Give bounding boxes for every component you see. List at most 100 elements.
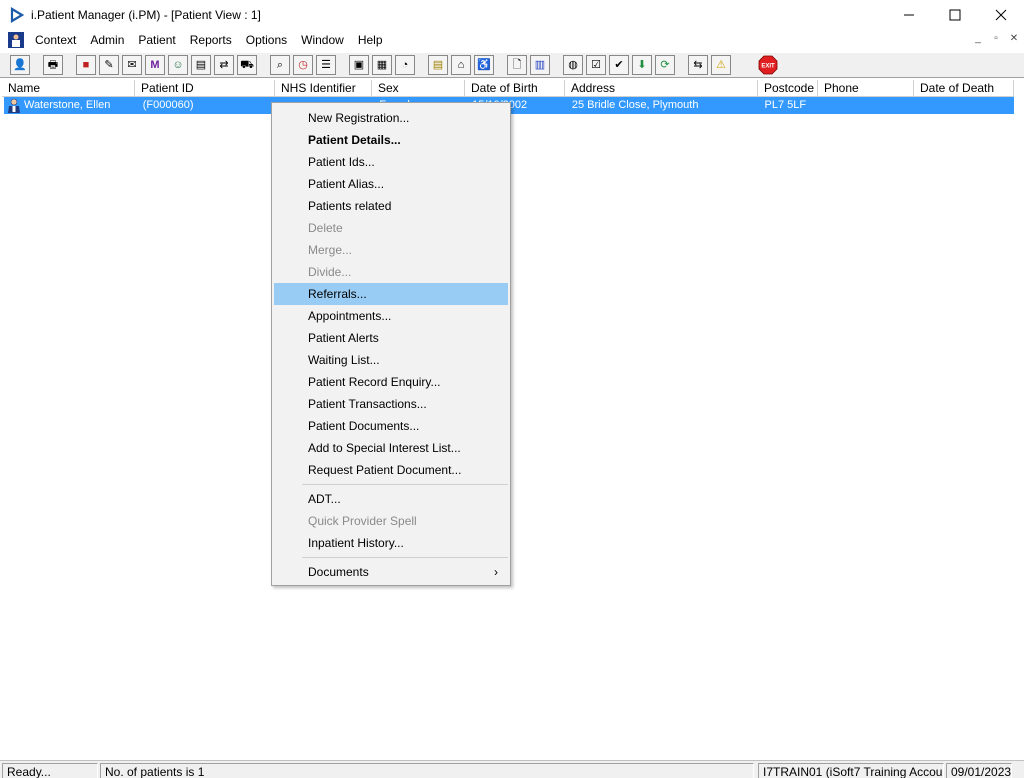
screen-button[interactable]: ▣ bbox=[349, 55, 369, 75]
mdi-close-button[interactable]: ✕ bbox=[1006, 32, 1022, 48]
menu-item-quick-provider-spell: Quick Provider Spell bbox=[308, 514, 417, 528]
status-account: I7TRAIN01 (iSoft7 Training Account) bbox=[758, 763, 944, 778]
col-header-date-of-death[interactable]: Date of Death bbox=[914, 80, 1014, 97]
clinician-button[interactable]: ☺ bbox=[168, 55, 188, 75]
approve-button[interactable]: ✔ bbox=[609, 55, 629, 75]
menu-help[interactable]: Help bbox=[351, 30, 390, 50]
globe-icon: ◍ bbox=[568, 58, 578, 71]
menu-item-documents-label: Documents bbox=[308, 565, 369, 579]
window-title: i.Patient Manager (i.PM) - [Patient View… bbox=[31, 8, 261, 22]
refresh-icon: ⟳ bbox=[660, 58, 670, 71]
menu-item-adt[interactable]: ADT... bbox=[274, 488, 508, 510]
patient-list: Name Patient ID NHS Identifier Sex Date … bbox=[2, 80, 1022, 756]
timer-button[interactable]: ◔ bbox=[395, 55, 415, 75]
cell-name: Waterstone, Ellen bbox=[23, 99, 111, 111]
bed-icon: ⌂ bbox=[457, 58, 465, 71]
document-icon: 🗋 bbox=[512, 58, 522, 71]
list-button[interactable]: ☰ bbox=[316, 55, 336, 75]
title-bar: i.Patient Manager (i.PM) - [Patient View… bbox=[0, 0, 1024, 30]
menu-item-appointments[interactable]: Appointments... bbox=[274, 305, 508, 327]
monitor-icon: ▣ bbox=[353, 58, 365, 71]
pencil-icon: ✎ bbox=[104, 58, 114, 71]
minimize-button[interactable] bbox=[886, 0, 932, 30]
menu-item-patient-record-enquiry[interactable]: Patient Record Enquiry... bbox=[274, 371, 508, 393]
col-header-sex[interactable]: Sex bbox=[372, 80, 465, 97]
green-arrow-icon: ⬇ bbox=[637, 58, 647, 71]
menu-item-waiting-list[interactable]: Waiting List... bbox=[274, 349, 508, 371]
col-header-nhs-identifier[interactable]: NHS Identifier bbox=[275, 80, 372, 97]
warning-icon: ⚠ bbox=[716, 58, 726, 71]
document-window-icon[interactable] bbox=[8, 32, 24, 48]
ambulance-button[interactable]: ⛟ bbox=[237, 55, 257, 75]
menu-item-divide: Divide... bbox=[308, 265, 352, 279]
menu-context[interactable]: Context bbox=[28, 30, 83, 50]
menu-patient[interactable]: Patient bbox=[131, 30, 182, 50]
chart-button[interactable]: ▥ bbox=[530, 55, 550, 75]
cancel-search-button[interactable]: ⌕ bbox=[270, 55, 290, 75]
m-button[interactable]: M bbox=[145, 55, 165, 75]
col-header-postcode[interactable]: Postcode bbox=[758, 80, 818, 97]
check-icon: ✔ bbox=[614, 58, 624, 71]
mdi-restore-button[interactable]: ▫ bbox=[988, 32, 1004, 48]
letter-m-icon: M bbox=[150, 58, 160, 71]
col-header-name[interactable]: Name bbox=[2, 80, 135, 97]
report-button[interactable]: ▦ bbox=[372, 55, 392, 75]
swap-button[interactable]: ⇆ bbox=[688, 55, 708, 75]
edit-record-button[interactable]: ✎ bbox=[99, 55, 119, 75]
menu-item-patient-transactions[interactable]: Patient Transactions... bbox=[274, 393, 508, 415]
maximize-button[interactable] bbox=[932, 0, 978, 30]
exit-label: EXIT bbox=[761, 64, 775, 70]
print-button[interactable]: 🖶 bbox=[43, 55, 63, 75]
menu-admin[interactable]: Admin bbox=[83, 30, 131, 50]
waiting-list-button[interactable]: ▤ bbox=[428, 55, 448, 75]
transfer-icon: ⇄ bbox=[219, 58, 229, 71]
col-header-patient-id[interactable]: Patient ID bbox=[135, 80, 275, 97]
menu-item-add-special-interest[interactable]: Add to Special Interest List... bbox=[274, 437, 508, 459]
col-header-date-of-birth[interactable]: Date of Birth bbox=[465, 80, 565, 97]
checklist-button[interactable]: ☑ bbox=[586, 55, 606, 75]
col-header-phone[interactable]: Phone bbox=[818, 80, 914, 97]
menu-item-documents[interactable]: Documents › bbox=[274, 561, 508, 583]
minimize-icon bbox=[904, 14, 914, 16]
menu-window[interactable]: Window bbox=[294, 30, 351, 50]
patient-search-button[interactable]: 👤 bbox=[10, 55, 30, 75]
menu-item-patient-alerts[interactable]: Patient Alerts bbox=[274, 327, 508, 349]
mail-button[interactable]: ✉ bbox=[122, 55, 142, 75]
mdi-minimize-button[interactable]: _ bbox=[970, 32, 986, 48]
menu-separator bbox=[302, 557, 508, 558]
alert-button[interactable]: ⚠ bbox=[711, 55, 731, 75]
app-logo-icon bbox=[10, 7, 24, 23]
case-notes-button[interactable]: ■ bbox=[76, 55, 96, 75]
menu-item-merge: Merge... bbox=[308, 243, 353, 257]
bed-button[interactable]: ⌂ bbox=[451, 55, 471, 75]
menu-item-patient-details[interactable]: Patient Details... bbox=[274, 129, 508, 151]
document-button[interactable]: 🗋 bbox=[507, 55, 527, 75]
exit-button[interactable]: EXIT bbox=[758, 55, 778, 75]
list-header: Name Patient ID NHS Identifier Sex Date … bbox=[2, 80, 1014, 97]
bar-chart-icon: ▥ bbox=[534, 58, 546, 71]
clock-button[interactable]: ◷ bbox=[293, 55, 313, 75]
doctor-icon: ☺ bbox=[172, 58, 184, 71]
menu-reports[interactable]: Reports bbox=[183, 30, 239, 50]
admission-button[interactable]: ♿ bbox=[474, 55, 494, 75]
menu-item-new-registration[interactable]: New Registration... bbox=[274, 107, 508, 129]
cell-postcode: PL7 5LF bbox=[764, 99, 807, 111]
globe-button[interactable]: ◍ bbox=[563, 55, 583, 75]
refresh-button[interactable]: ⟳ bbox=[655, 55, 675, 75]
notes-button[interactable]: ▤ bbox=[191, 55, 211, 75]
col-header-address[interactable]: Address bbox=[565, 80, 758, 97]
menu-item-patient-ids[interactable]: Patient Ids... bbox=[274, 151, 508, 173]
menu-item-request-patient-document[interactable]: Request Patient Document... bbox=[274, 459, 508, 481]
menu-item-patient-alias[interactable]: Patient Alias... bbox=[274, 173, 508, 195]
maximize-icon bbox=[949, 9, 961, 21]
menu-item-inpatient-history[interactable]: Inpatient History... bbox=[274, 532, 508, 554]
menu-item-patient-documents[interactable]: Patient Documents... bbox=[274, 415, 508, 437]
download-button[interactable]: ⬇ bbox=[632, 55, 652, 75]
close-button[interactable] bbox=[978, 0, 1024, 30]
menu-item-patients-related[interactable]: Patients related bbox=[274, 195, 508, 217]
transfer-button[interactable]: ⇄ bbox=[214, 55, 234, 75]
search-cancel-icon: ⌕ bbox=[276, 58, 284, 71]
menu-options[interactable]: Options bbox=[239, 30, 294, 50]
menu-item-delete: Delete bbox=[308, 221, 343, 235]
menu-item-referrals[interactable]: Referrals... bbox=[274, 283, 508, 305]
